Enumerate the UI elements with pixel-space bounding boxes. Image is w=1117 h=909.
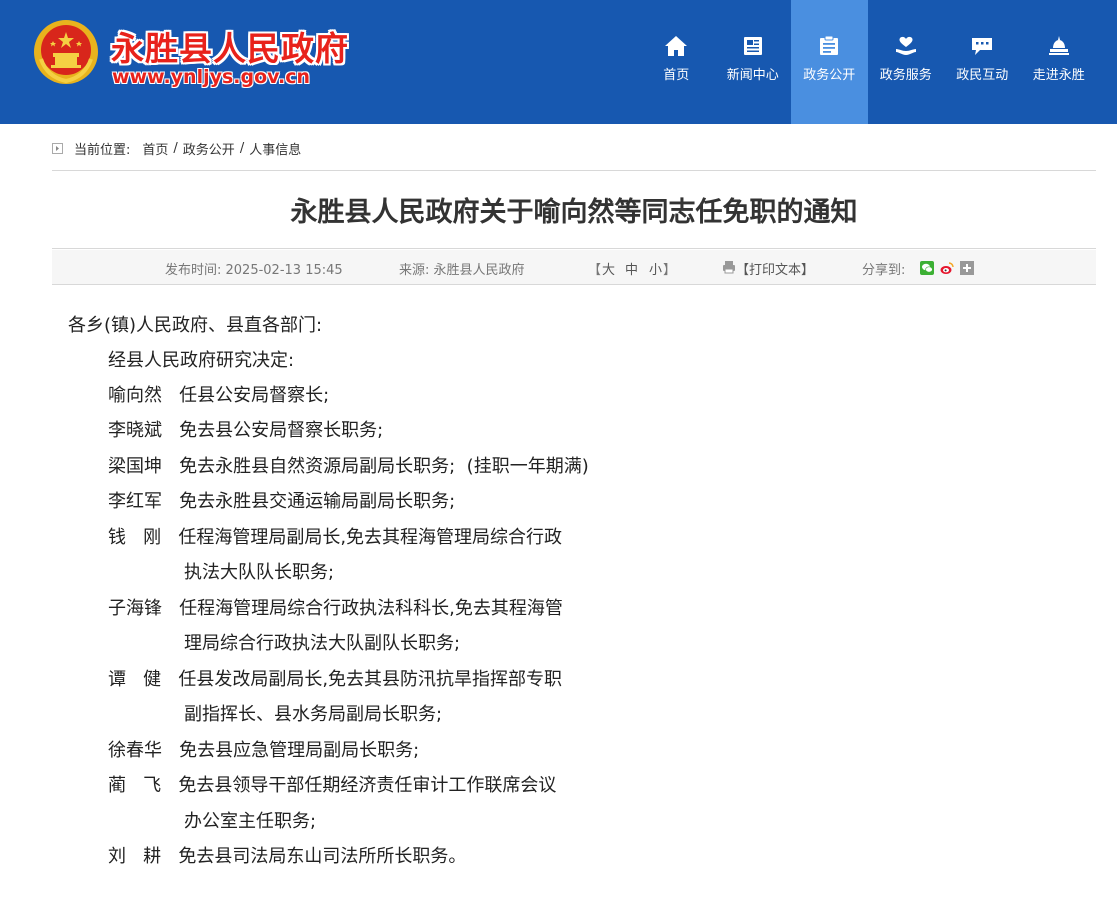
news-icon xyxy=(743,37,762,55)
service-icon xyxy=(895,36,916,55)
landmark-icon xyxy=(1048,36,1069,55)
appointment-item: 徐春华 免去县应急管理局副局长职务; xyxy=(108,740,420,761)
breadcrumb: 当前位置: 首页 / 政务公开 / 人事信息 xyxy=(52,137,301,159)
font-bracket-open: 【 xyxy=(588,263,602,278)
breadcrumb-personnel[interactable]: 人事信息 xyxy=(249,139,301,158)
article-meta: 发布时间: 2025-02-13 15:45 来源: 永胜县人民政府 【 大 中… xyxy=(52,250,1096,284)
appointment-item-continued: 副指挥长、县水务局副局长职务; xyxy=(184,704,443,725)
printer-icon[interactable] xyxy=(722,260,736,274)
nav-label: 首页 xyxy=(663,68,690,83)
site-name[interactable]: 永胜县人民政府 xyxy=(111,22,349,70)
font-large-button[interactable]: 大 xyxy=(602,259,615,278)
appointment-item-continued: 办公室主任职务; xyxy=(184,811,317,832)
breadcrumb-home[interactable]: 首页 xyxy=(142,139,168,158)
appointment-item: 梁国坤 免去永胜县自然资源局副局长职务; (挂职一年期满) xyxy=(108,456,589,477)
appointment-item: 喻向然 任县公安局督察长; xyxy=(108,385,330,406)
article-source: 来源: 永胜县人民政府 xyxy=(399,263,525,278)
gov-info-icon xyxy=(820,35,839,55)
nav-item-news[interactable]: 新闻中心 xyxy=(715,0,792,124)
appointment-item: 李红军 免去永胜县交通运输局副局长职务; xyxy=(108,491,456,512)
appointment-item-continued: 执法大队队长职务; xyxy=(184,562,335,583)
article-title: 永胜县人民政府关于喻向然等同志任免职的通知 xyxy=(290,197,858,228)
appointment-item: 谭 健 任县发改局副局长,免去其县防汛抗旱指挥部专职 xyxy=(108,669,563,690)
site-url[interactable]: www.ynljys.gov.cn xyxy=(112,66,310,88)
divider xyxy=(52,248,1096,249)
weibo-icon[interactable] xyxy=(940,261,954,275)
appointment-item: 蔺 飞 免去县领导干部任期经济责任审计工作联席会议 xyxy=(108,775,557,796)
divider xyxy=(52,284,1096,285)
home-icon xyxy=(665,36,688,56)
publish-time: 发布时间: 2025-02-13 15:45 xyxy=(165,263,343,278)
nav-item-service[interactable]: 政务服务 xyxy=(868,0,945,124)
font-bracket-close: 】 xyxy=(663,263,677,278)
location-icon xyxy=(52,142,63,154)
nav-item-about[interactable]: 走进永胜 xyxy=(1021,0,1098,124)
site-header: 永胜县人民政府 www.ynljys.gov.cn 首页 新闻中心 政务公开 政… xyxy=(0,0,1117,124)
share-label: 分享到: xyxy=(862,263,906,278)
appointment-item-continued: 理局综合行政执法大队副队长职务; xyxy=(184,633,461,654)
salutation: 各乡(镇)人民政府、县直各部门: xyxy=(68,315,323,336)
appointment-item: 子海锋 任程海管理局综合行政执法科科长,免去其程海管 xyxy=(108,598,563,619)
nav-item-gov-info[interactable]: 政务公开 xyxy=(791,0,868,124)
appointment-item: 刘 耕 免去县司法局东山司法所所长职务。 xyxy=(108,846,467,867)
font-medium-button[interactable]: 中 xyxy=(625,259,638,278)
breadcrumb-lead: 当前位置: xyxy=(74,142,131,158)
print-button[interactable]: 【打印文本】 xyxy=(736,259,814,278)
more-share-icon[interactable] xyxy=(960,261,974,275)
main-nav: 首页 新闻中心 政务公开 政务服务 政民互动 走进永胜 xyxy=(638,0,1097,124)
nav-item-interaction[interactable]: 政民互动 xyxy=(944,0,1021,124)
nav-label: 政务公开 xyxy=(803,68,856,83)
body-paragraph: 经县人民政府研究决定: xyxy=(108,350,295,371)
breadcrumb-separator: / xyxy=(173,140,178,156)
nav-label: 政务服务 xyxy=(879,68,932,83)
breadcrumb-separator: / xyxy=(239,140,245,156)
font-small-button[interactable]: 小 xyxy=(649,259,662,278)
nav-label: 政民互动 xyxy=(956,68,1009,83)
wechat-icon[interactable] xyxy=(920,261,934,275)
appointment-item: 李晓斌 免去县公安局督察长职务; xyxy=(108,420,384,441)
nav-label: 新闻中心 xyxy=(726,68,779,83)
breadcrumb-gov-info[interactable]: 政务公开 xyxy=(183,139,235,158)
appointment-item: 钱 刚 任程海管理局副局长,免去其程海管理局综合行政 xyxy=(108,527,563,548)
nav-label: 走进永胜 xyxy=(1032,68,1085,83)
divider xyxy=(52,170,1096,171)
chat-icon xyxy=(972,38,993,55)
national-emblem-icon[interactable] xyxy=(33,19,99,85)
nav-item-home[interactable]: 首页 xyxy=(638,0,715,124)
